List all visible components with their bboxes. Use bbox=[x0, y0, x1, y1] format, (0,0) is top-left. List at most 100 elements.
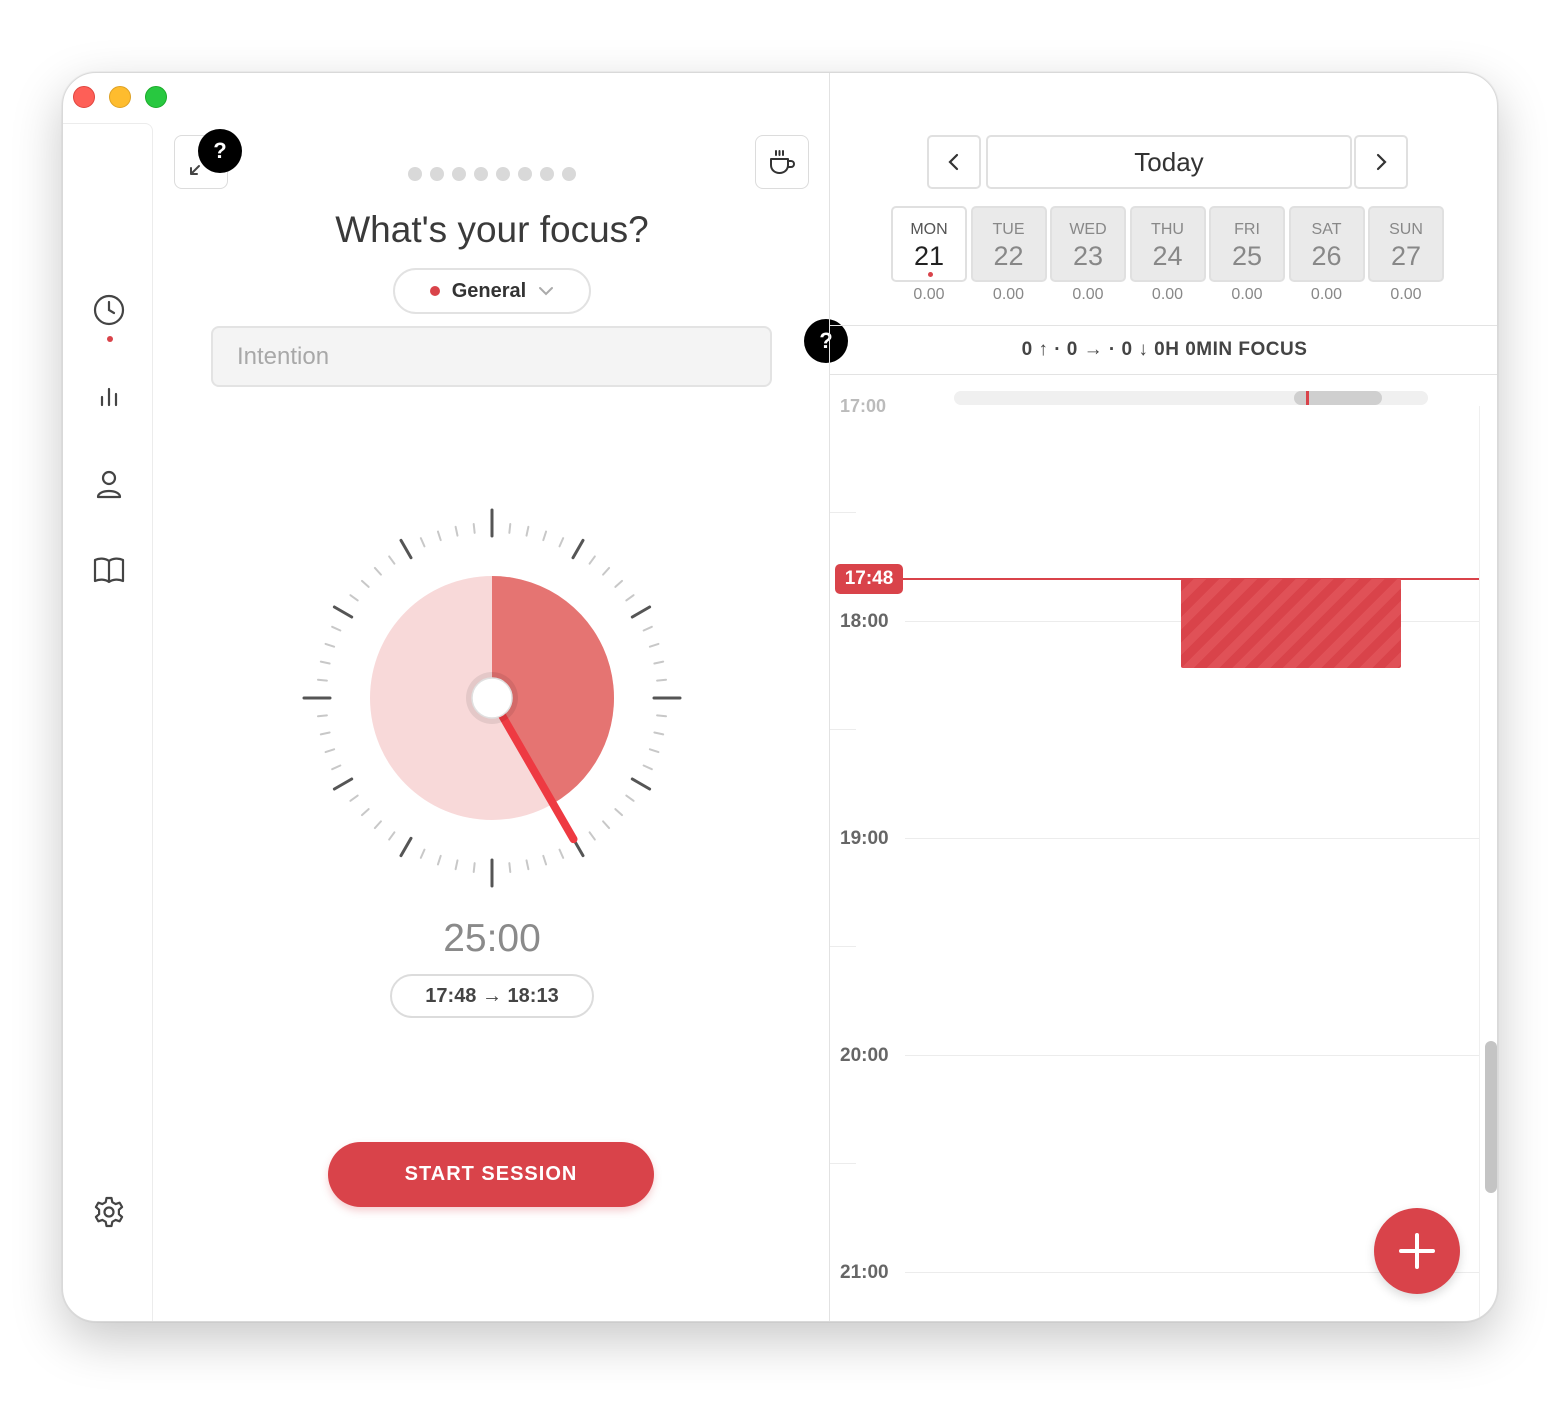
dial-tick bbox=[642, 625, 653, 632]
category-selector[interactable]: General bbox=[393, 268, 591, 314]
page-title: What's your focus? bbox=[335, 209, 649, 250]
clock-icon bbox=[93, 294, 125, 326]
progress-dot bbox=[562, 167, 576, 181]
progress-dot bbox=[452, 167, 466, 181]
dial-tick bbox=[602, 820, 611, 830]
dial-tick bbox=[454, 525, 459, 537]
calendar-panel: Today MON 21 0.00 TUE 22 0.00 WED 23 0.00 THU 24 0.… bbox=[830, 73, 1497, 1321]
day-name: FRI bbox=[1234, 221, 1260, 238]
day-score: 0.00 bbox=[1310, 286, 1343, 303]
day-name: TUE bbox=[992, 221, 1025, 238]
dial-tick bbox=[388, 555, 396, 565]
progress-dot bbox=[496, 167, 510, 181]
dial-tick bbox=[653, 731, 665, 736]
day-thu[interactable]: THU 24 bbox=[1129, 206, 1206, 282]
dial-tick bbox=[436, 530, 442, 542]
app-window: ? What's your focus? General ? bbox=[62, 72, 1498, 1322]
day-score: 0.00 bbox=[992, 286, 1025, 303]
break-button[interactable] bbox=[755, 135, 809, 189]
dial-tick bbox=[316, 678, 328, 682]
day-timeline[interactable]: 17:00 18:00 19:00 20:00 21:00 17:48 bbox=[830, 376, 1497, 1321]
hour-label: 17:00 bbox=[840, 396, 887, 416]
start-session-button[interactable]: START SESSION bbox=[328, 1142, 654, 1207]
hour-label: 19:00 bbox=[840, 828, 889, 849]
day-fri[interactable]: FRI 25 bbox=[1209, 206, 1285, 282]
today-button[interactable]: Today bbox=[986, 135, 1352, 189]
current-time-badge: 17:48 bbox=[835, 564, 903, 594]
day-number: 22 bbox=[993, 241, 1024, 271]
dial-tick bbox=[542, 530, 548, 542]
dial-tick bbox=[399, 836, 413, 858]
day-score: 0.00 bbox=[1072, 286, 1104, 303]
day-mon[interactable]: MON 21 bbox=[891, 206, 967, 282]
progress-dot bbox=[518, 167, 532, 181]
dial-tick bbox=[472, 862, 476, 874]
dial-tick bbox=[419, 848, 426, 859]
half-hour-tick bbox=[830, 729, 856, 730]
dial-tick bbox=[525, 525, 530, 537]
dial-tick bbox=[399, 538, 413, 560]
gear-icon bbox=[94, 1196, 124, 1228]
sidebar-item-journal[interactable] bbox=[91, 552, 127, 588]
minimize-window-button[interactable] bbox=[109, 86, 131, 108]
dial-tick bbox=[472, 522, 476, 534]
day-name: THU bbox=[1151, 221, 1184, 238]
dial-tick bbox=[656, 714, 668, 718]
dial-tick bbox=[436, 854, 442, 866]
half-hour-tick bbox=[830, 1163, 856, 1164]
day-number: 24 bbox=[1152, 241, 1183, 271]
dial-tick bbox=[316, 714, 328, 718]
day-name: SUN bbox=[1389, 221, 1423, 238]
dial-tick bbox=[349, 794, 359, 802]
intention-input[interactable] bbox=[211, 326, 772, 387]
planned-session-block[interactable] bbox=[1181, 579, 1401, 668]
today-indicator bbox=[928, 272, 933, 277]
bar-chart-icon bbox=[100, 387, 118, 407]
day-wed[interactable]: WED 23 bbox=[1050, 206, 1126, 282]
sidebar-item-profile[interactable] bbox=[91, 466, 127, 502]
dial-knob[interactable] bbox=[471, 677, 513, 719]
dial-tick bbox=[630, 777, 652, 791]
close-window-button[interactable] bbox=[73, 86, 95, 108]
day-tue[interactable]: TUE 22 bbox=[970, 206, 1047, 282]
chevron-down-icon bbox=[539, 287, 554, 296]
add-session-button[interactable] bbox=[1374, 1208, 1460, 1294]
day-number: 26 bbox=[1311, 241, 1342, 271]
help-icon[interactable]: ? bbox=[198, 129, 242, 173]
dial-tick bbox=[508, 522, 512, 534]
day-number: 27 bbox=[1390, 241, 1422, 271]
dial-tick bbox=[630, 605, 652, 619]
timer-dial[interactable] bbox=[297, 503, 687, 893]
day-sat[interactable]: SAT 26 bbox=[1288, 206, 1365, 282]
day-name: MON bbox=[910, 221, 948, 238]
day-number: 21 bbox=[913, 241, 945, 271]
timeline-scrollbar[interactable] bbox=[1485, 1041, 1497, 1193]
sidebar-item-stats[interactable] bbox=[91, 380, 127, 416]
dial-tick bbox=[332, 777, 354, 791]
dial-tick bbox=[324, 642, 336, 648]
active-indicator bbox=[107, 336, 113, 342]
timer-display: 25:00 bbox=[443, 917, 541, 960]
dial-tick bbox=[588, 555, 596, 565]
session-progress-dots bbox=[408, 167, 576, 181]
dial-tick bbox=[648, 748, 660, 754]
hour-line bbox=[905, 838, 1479, 839]
progress-dot bbox=[430, 167, 444, 181]
daily-stats-bar: 0 ↑ · 0 → · 0 ↓ 0H 0MIN FOCUS bbox=[830, 325, 1497, 375]
dial-tick bbox=[656, 678, 668, 682]
plus-icon bbox=[1399, 1233, 1435, 1269]
prev-day-button[interactable] bbox=[927, 135, 981, 189]
timer-panel: ? What's your focus? General ? bbox=[154, 73, 848, 1321]
day-name: SAT bbox=[1311, 221, 1342, 238]
dial-tick bbox=[331, 625, 342, 632]
next-day-button[interactable] bbox=[1354, 135, 1408, 189]
dial-tick bbox=[642, 764, 653, 771]
dial-tick bbox=[602, 566, 611, 576]
day-name: WED bbox=[1069, 221, 1107, 238]
day-sun[interactable]: SUN 27 bbox=[1368, 206, 1444, 282]
settings-button[interactable] bbox=[91, 1194, 127, 1230]
dial-tick bbox=[360, 579, 370, 588]
sidebar-item-timer[interactable] bbox=[91, 292, 127, 328]
dial-tick bbox=[625, 794, 635, 802]
time-range-pill[interactable]: 17:48 → 18:13 bbox=[390, 974, 594, 1018]
